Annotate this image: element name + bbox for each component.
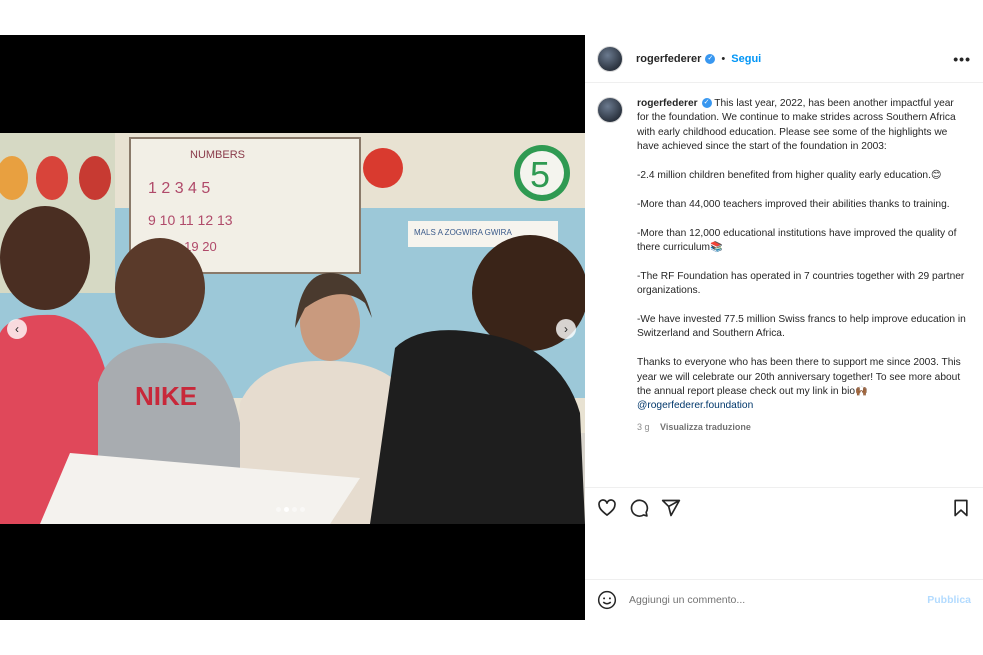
verified-badge-icon: ✓ — [705, 53, 716, 64]
svg-text:9 10 11 12 13: 9 10 11 12 13 — [148, 212, 233, 228]
carousel-dot-active — [284, 507, 289, 512]
caption-paragraph: -We have invested 77.5 million Swiss fra… — [637, 314, 966, 340]
header-separator: • — [721, 52, 726, 65]
caption-username[interactable]: rogerfederer — [637, 98, 698, 109]
carousel-dot — [300, 507, 305, 512]
post-media: NUMBERS 1 2 3 4 5 9 10 11 12 13 17 18 19… — [0, 35, 585, 620]
header-username[interactable]: rogerfederer — [636, 53, 701, 65]
caption-area: rogerfederer ✓ This last year, 2022, has … — [585, 83, 983, 487]
svg-text:MALS A ZOGWIRA GWIRA: MALS A ZOGWIRA GWIRA — [414, 228, 512, 237]
carousel-prev-button[interactable]: ‹ — [7, 319, 27, 339]
emoji-icon[interactable] — [597, 590, 617, 610]
comment-input[interactable] — [629, 594, 928, 606]
caption-paragraph: -2.4 million children benefited from hig… — [637, 170, 942, 182]
caption-paragraph: -More than 44,000 teachers improved thei… — [637, 198, 950, 210]
caption-meta: 3 g Visualizza traduzione — [637, 420, 967, 434]
svg-text:NUMBERS: NUMBERS — [190, 149, 245, 161]
mention-link[interactable]: @rogerfederer.foundation — [637, 400, 753, 411]
svg-text:5: 5 — [530, 154, 550, 195]
chevron-left-icon: ‹ — [15, 322, 19, 336]
comment-icon — [630, 499, 649, 517]
post-side-panel: rogerfederer ✓ • Segui ••• rogerfederer ✓… — [585, 35, 983, 620]
page-backdrop — [0, 0, 983, 35]
comment-button[interactable] — [629, 498, 649, 518]
translate-button[interactable]: Visualizza traduzione — [660, 422, 751, 432]
follow-button[interactable]: Segui — [731, 53, 761, 65]
save-button[interactable] — [951, 498, 971, 518]
carousel-dot — [292, 507, 297, 512]
svg-text:1 2 3 4 5: 1 2 3 4 5 — [148, 180, 210, 197]
more-options-icon[interactable]: ••• — [953, 51, 971, 67]
heart-icon — [598, 499, 616, 516]
carousel-indicator — [276, 507, 305, 512]
caption-paragraph: -More than 12,000 educational institutio… — [637, 227, 957, 254]
caption-avatar[interactable] — [597, 97, 623, 123]
post-timestamp: 3 g — [637, 421, 650, 432]
verified-badge-icon: ✓ — [701, 98, 712, 109]
chevron-right-icon: › — [564, 322, 568, 336]
add-comment-bar: Pubblica — [585, 579, 983, 620]
like-button[interactable] — [597, 498, 617, 518]
publish-button[interactable]: Pubblica — [927, 594, 971, 606]
post-photo: NUMBERS 1 2 3 4 5 9 10 11 12 13 17 18 19… — [0, 133, 585, 524]
svg-text:NIKE: NIKE — [135, 381, 197, 411]
caption-closing: Thanks to everyone who has been there to… — [637, 357, 961, 398]
caption-paragraph: -The RF Foundation has operated in 7 cou… — [637, 270, 965, 297]
share-icon — [661, 499, 681, 517]
action-bar — [585, 487, 983, 579]
carousel-next-button[interactable]: › — [556, 319, 576, 339]
carousel-dot — [276, 507, 281, 512]
bookmark-icon — [954, 499, 968, 517]
post-modal: NUMBERS 1 2 3 4 5 9 10 11 12 13 17 18 19… — [0, 35, 983, 620]
share-button[interactable] — [661, 498, 681, 518]
caption: rogerfederer ✓ This last year, 2022, has … — [637, 97, 967, 487]
avatar[interactable] — [597, 45, 623, 72]
post-header: rogerfederer ✓ • Segui ••• — [585, 35, 983, 83]
